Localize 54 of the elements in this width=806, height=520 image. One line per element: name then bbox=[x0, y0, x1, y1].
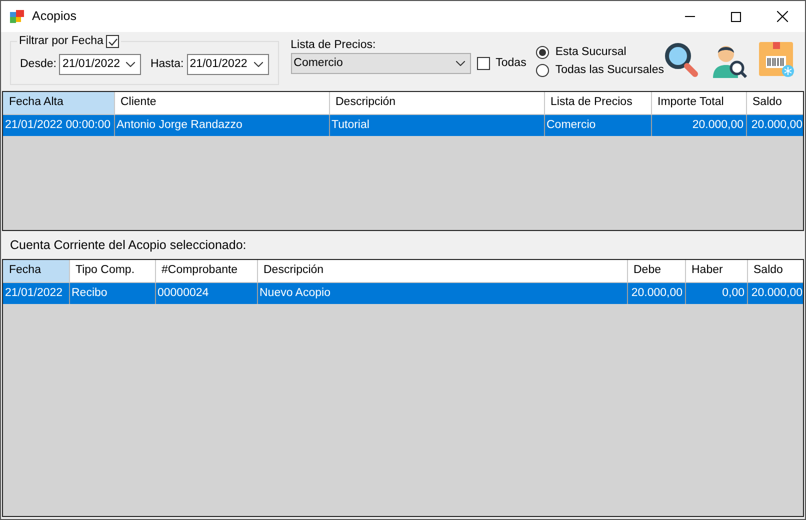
chevron-down-icon bbox=[126, 62, 136, 67]
table-cell: 20.000,00 bbox=[747, 282, 803, 304]
chevron-down-icon bbox=[456, 61, 465, 66]
maximize-icon bbox=[731, 12, 741, 22]
table-row[interactable]: 21/01/2022 Recibo 00000024 Nuevo Acopio 20.000,00 0,00 20.000,00 bbox=[3, 282, 803, 304]
table-cell: Nuevo Acopio bbox=[257, 282, 627, 304]
search-icon[interactable] bbox=[664, 42, 700, 78]
column-header[interactable]: #Comprobante bbox=[155, 260, 257, 282]
table-cell: Comercio bbox=[544, 114, 651, 136]
column-header[interactable]: Lista de Precios bbox=[544, 92, 651, 114]
column-header[interactable]: Haber bbox=[685, 260, 747, 282]
app-icon bbox=[10, 10, 25, 24]
table-cell: 0,00 bbox=[685, 282, 747, 304]
table-cell: 20.000,00 bbox=[746, 114, 803, 136]
table-cell: Antonio Jorge Randazzo bbox=[114, 114, 329, 136]
column-header[interactable]: Cliente bbox=[114, 92, 329, 114]
checkmark-icon bbox=[108, 38, 118, 46]
all-checkbox[interactable] bbox=[476, 57, 490, 70]
table-row[interactable]: 21/01/2022 00:00:00 Antonio Jorge Randazzo Tutorial Comercio 20.000,00 20.000,00 bbox=[3, 114, 803, 136]
column-header[interactable]: Descripción bbox=[329, 92, 544, 114]
column-header[interactable]: Saldo bbox=[746, 92, 803, 114]
column-header[interactable]: Descripción bbox=[257, 260, 627, 282]
table-cell: Tutorial bbox=[329, 114, 544, 136]
section-label: Cuenta Corriente del Acopio seleccionado: bbox=[10, 236, 246, 254]
column-header[interactable]: Fecha Alta bbox=[3, 92, 114, 114]
from-date-picker[interactable]: 21/01/2022 bbox=[59, 54, 142, 75]
price-list-dropdown[interactable]: Comercio bbox=[290, 53, 471, 74]
table-cell: 00000024 bbox=[155, 282, 257, 304]
column-header[interactable]: Debe bbox=[627, 260, 685, 282]
table-cell: 20.000,00 bbox=[651, 114, 746, 136]
column-header[interactable]: Fecha bbox=[3, 260, 69, 282]
column-header[interactable]: Importe Total bbox=[651, 92, 746, 114]
minimize-icon bbox=[685, 16, 695, 17]
to-label: Hasta: bbox=[150, 56, 184, 72]
filter-label: Filtrar por Fecha bbox=[19, 34, 104, 49]
to-date-picker[interactable]: 21/01/2022 bbox=[186, 54, 269, 75]
filter-checkbox[interactable] bbox=[106, 35, 120, 48]
price-list-label: Lista de Precios: bbox=[290, 38, 377, 53]
close-icon bbox=[776, 11, 788, 22]
table-cell: 20.000,00 bbox=[627, 282, 685, 304]
radio-label: Todas las Sucursales bbox=[555, 62, 664, 78]
table-cell: Recibo bbox=[69, 282, 155, 304]
radio-button[interactable] bbox=[536, 46, 550, 59]
barcode-box-icon[interactable] bbox=[759, 42, 795, 78]
chevron-down-icon bbox=[254, 62, 263, 67]
radio-button[interactable] bbox=[536, 64, 550, 77]
all-label: Todas bbox=[496, 56, 526, 71]
window-title: Acopios bbox=[32, 8, 76, 26]
column-header[interactable]: Saldo bbox=[747, 260, 803, 282]
radio-label: Esta Sucursal bbox=[555, 44, 626, 60]
from-label: Desde: bbox=[20, 56, 56, 72]
table-cell: 21/01/2022 00:00:00 bbox=[3, 114, 114, 136]
column-header[interactable]: Tipo Comp. bbox=[69, 260, 155, 282]
table-cell: 21/01/2022 bbox=[3, 282, 69, 304]
